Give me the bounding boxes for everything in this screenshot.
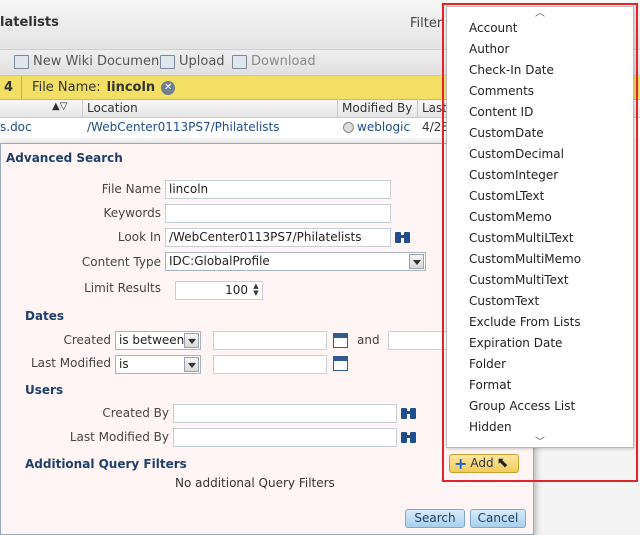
divider [21, 75, 23, 100]
sort-arrows-icon[interactable]: ▲▽ [52, 101, 67, 112]
column-location[interactable]: Location [87, 101, 138, 115]
chevron-down-icon [184, 357, 199, 372]
calendar-icon[interactable] [333, 333, 348, 348]
additional-query-filters-title: Additional Query Filters [25, 457, 187, 471]
look-in-input[interactable]: /WebCenter0113PS7/Philatelists [165, 228, 391, 247]
filter-label: Filter [410, 16, 443, 31]
and-label: and [357, 333, 380, 347]
chevron-down-icon [184, 333, 199, 348]
look-in-label: Look In [117, 230, 161, 244]
cancel-button[interactable]: Cancel [470, 509, 526, 528]
no-filters-text: No additional Query Filters [175, 476, 335, 490]
file-name-filter-value: lincoln [106, 80, 156, 95]
stepper-arrows-icon[interactable]: ▲ ▼ [251, 283, 261, 298]
last-modified-by-label: Last Modified By [69, 430, 169, 444]
wiki-document-icon [14, 54, 29, 69]
remove-filter-icon[interactable]: ✕ [161, 80, 176, 95]
result-count: 4 [4, 80, 14, 95]
location-link[interactable]: /WebCenter0113PS7/Philatelists [87, 120, 280, 134]
content-type-label: Content Type [81, 255, 161, 269]
content-type-select[interactable]: IDC:GlobalProfile [165, 252, 426, 271]
app-title: latelists [0, 15, 59, 30]
created-to-date-input[interactable] [388, 331, 448, 350]
search-button[interactable]: Search [405, 509, 465, 528]
chevron-down-icon [409, 254, 424, 269]
browse-binoculars-icon[interactable] [400, 406, 417, 421]
browse-binoculars-icon[interactable] [400, 430, 417, 445]
keywords-label: Keywords [103, 206, 161, 220]
file-name-link[interactable]: s.doc [0, 120, 32, 134]
created-from-date-input[interactable] [213, 331, 327, 350]
column-modified-by[interactable]: Modified By [342, 101, 412, 115]
browse-binoculars-icon[interactable] [394, 230, 411, 245]
download-icon [232, 54, 247, 69]
user-icon [343, 122, 354, 133]
keywords-input[interactable] [165, 204, 391, 223]
file-name-label: File Name [101, 182, 161, 196]
created-by-label: Created By [102, 406, 169, 420]
last-modified-date-input[interactable] [213, 355, 327, 374]
created-by-input[interactable] [173, 404, 397, 423]
limit-results-label: Limit Results [84, 281, 161, 295]
last-modified-operator-select[interactable]: is [115, 355, 201, 374]
limit-results-stepper[interactable]: 100 ▲ ▼ [175, 281, 263, 300]
download-button[interactable]: Download [232, 54, 316, 69]
highlight-frame [442, 3, 638, 482]
last-modified-label: Last Modified [30, 356, 111, 370]
last-modified-by-input[interactable] [173, 428, 397, 447]
upload-icon [160, 54, 175, 69]
users-section-title: Users [25, 383, 64, 397]
dates-section-title: Dates [25, 309, 65, 323]
new-wiki-document-button[interactable]: New Wiki Document [14, 54, 164, 69]
file-name-input[interactable]: lincoln [165, 180, 391, 199]
upload-button[interactable]: Upload [160, 54, 225, 69]
file-name-filter-label: File Name: [32, 80, 101, 95]
created-label: Created [63, 333, 112, 347]
modified-by-link[interactable]: weblogic [357, 120, 410, 134]
calendar-icon[interactable] [333, 356, 348, 371]
created-operator-select[interactable]: is between [115, 331, 201, 350]
dialog-title: Advanced Search [6, 151, 123, 165]
